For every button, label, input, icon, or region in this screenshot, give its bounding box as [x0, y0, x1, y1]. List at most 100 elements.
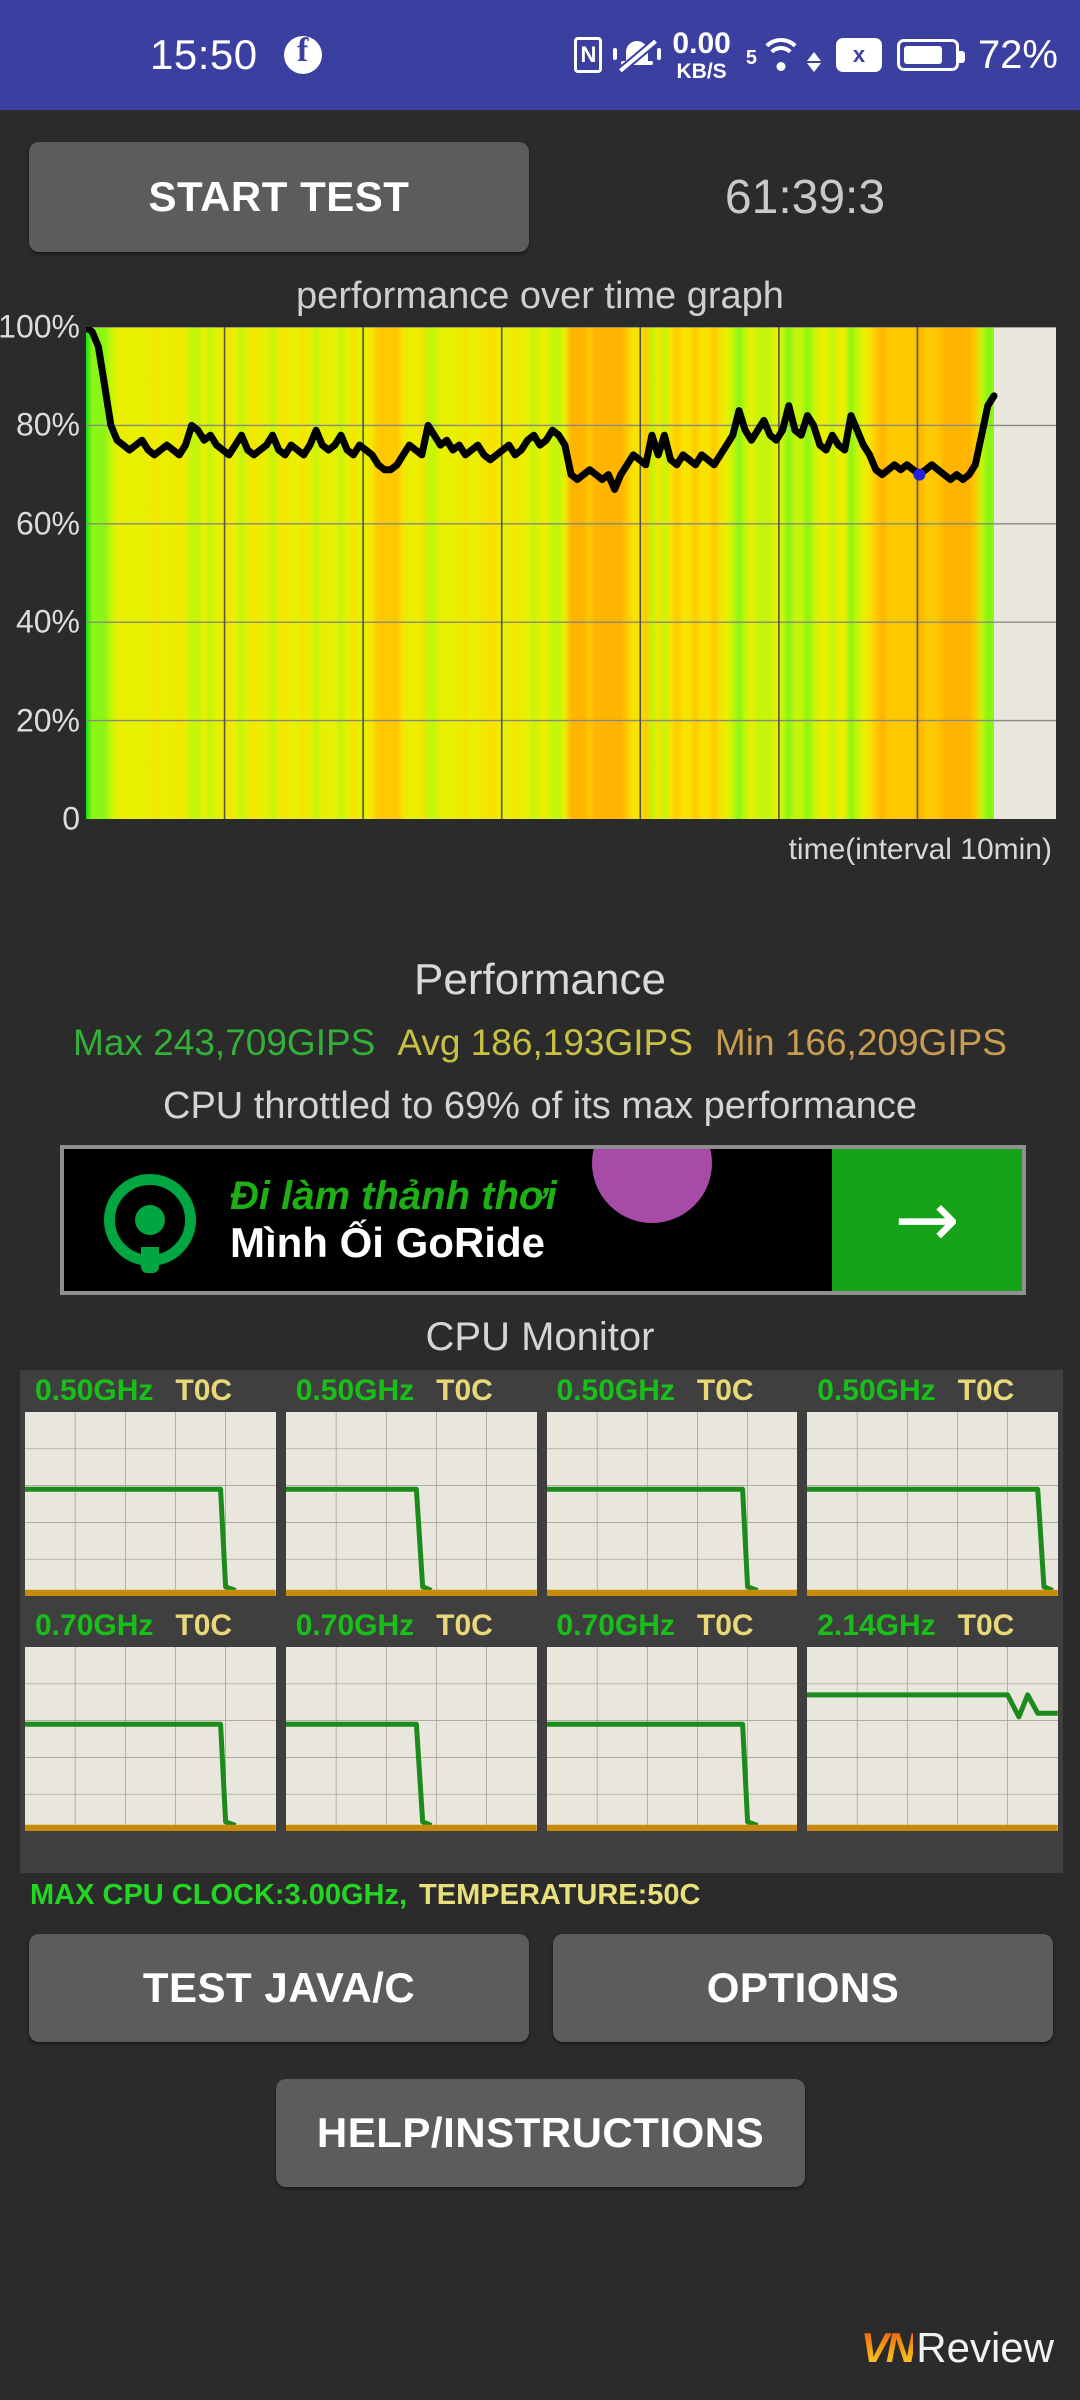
cpu-core-2-header: 0.50GHz T0C: [547, 1370, 798, 1412]
cpu-core-6-header: 0.70GHz T0C: [547, 1605, 798, 1647]
elapsed-timer: 61:39:3: [724, 170, 886, 224]
nfc-icon: [574, 37, 603, 73]
cpu-core-1-temperature: T0C: [436, 1374, 493, 1407]
battery-icon: [896, 39, 965, 71]
perf-avg-value: 186,193GIPS: [470, 1022, 693, 1063]
cpu-core-4-header: 0.70GHz T0C: [25, 1605, 276, 1647]
cpu-core-7-frequency: 2.14GHz: [817, 1609, 936, 1642]
y-tick-60: 60%: [15, 505, 80, 542]
perf-min-value: 166,209GIPS: [784, 1022, 1007, 1063]
bell-muted-icon: [613, 36, 662, 74]
cpu-core-7: 2.14GHz T0C: [807, 1605, 1058, 1840]
cpu-core-2: 0.50GHz T0C: [546, 1370, 798, 1605]
ad-subline: Mình Ối GoRide: [230, 1218, 545, 1266]
cpu-core-0-header: 0.50GHz T0C: [25, 1370, 276, 1412]
cpu-monitor-panel: 0.50GHz T0C 0.50GHz T0C 0.50GHz T0C 0.50…: [20, 1370, 1063, 1873]
cpu-core-3-plot: [807, 1412, 1058, 1596]
ad-content[interactable]: Đi làm thảnh thơi Mình Ối GoRide: [64, 1149, 832, 1291]
cpu-core-2-frequency: 0.50GHz: [556, 1374, 675, 1407]
cpu-core-row-2: 0.70GHz T0C 0.70GHz T0C 0.70GHz T0C 2.14…: [20, 1605, 1063, 1840]
cpu-core-7-plot: [807, 1647, 1058, 1831]
vnreview-watermark: VN Review: [861, 2324, 1054, 2372]
graph-title: performance over time graph: [296, 275, 784, 317]
throttle-status-text: CPU throttled to 69% of its max performa…: [163, 1085, 917, 1127]
network-speed-indicator: 0.00 KB/S: [672, 28, 730, 83]
facebook-icon: [283, 32, 322, 74]
perf-avg: Avg 186,193GIPS: [397, 1022, 693, 1064]
ad-decorative-circle: [592, 1149, 712, 1223]
start-test-button[interactable]: START TEST: [29, 142, 529, 252]
battery-percentage: 72%: [977, 32, 1058, 77]
y-tick-80: 80%: [15, 406, 80, 443]
perf-max: Max 243,709GIPS: [73, 1022, 375, 1064]
cpu-core-3-temperature: T0C: [957, 1374, 1015, 1407]
cpu-core-5-header: 0.70GHz T0C: [286, 1605, 537, 1647]
perf-min-label: Min: [714, 1022, 775, 1063]
cpu-core-0-plot: [25, 1412, 276, 1596]
app-content: START TEST 61:39:3 performance over time…: [0, 110, 1080, 2400]
cpu-core-5-frequency: 0.70GHz: [295, 1609, 415, 1642]
perf-avg-label: Avg: [397, 1022, 461, 1063]
perf-max-label: Max: [73, 1022, 143, 1063]
ad-headline: Đi làm thảnh thơi: [230, 1174, 557, 1219]
ad-banner[interactable]: Đi làm thảnh thơi Mình Ối GoRide →: [60, 1145, 1026, 1295]
cpu-core-6: 0.70GHz T0C: [546, 1605, 798, 1840]
gojek-logo-icon: [104, 1174, 196, 1266]
perf-min: Min 166,209GIPS: [715, 1022, 1007, 1064]
cpu-core-4: 0.70GHz T0C: [25, 1605, 276, 1840]
status-clock: 15:50: [150, 31, 258, 78]
perf-max-value: 243,709GIPS: [153, 1022, 376, 1063]
cpu-core-6-frequency: 0.70GHz: [556, 1609, 675, 1642]
cpu-core-row-1: 0.50GHz T0C 0.50GHz T0C 0.50GHz T0C 0.50…: [20, 1370, 1063, 1605]
temperature-text: TEMPERATURE:50C: [419, 1878, 701, 1911]
help-instructions-button[interactable]: HELP/INSTRUCTIONS: [276, 2079, 805, 2187]
performance-graph-section: performance over time graph 100% 80% 60%…: [0, 275, 1080, 955]
performance-stats-row: Max 243,709GIPS Avg 186,193GIPS Min 166,…: [0, 1022, 1080, 1064]
watermark-review-text: Review: [916, 2324, 1054, 2371]
wifi-generation-label: 5: [745, 47, 757, 69]
cpu-core-4-temperature: T0C: [175, 1609, 233, 1642]
cpu-monitor-title: CPU Monitor: [425, 1315, 655, 1359]
cpu-core-0: 0.50GHz T0C: [25, 1370, 276, 1605]
y-tick-20: 20%: [15, 702, 80, 739]
cpu-core-2-temperature: T0C: [696, 1374, 754, 1407]
status-bar-right: 0.00 KB/S 5 x 72%: [574, 28, 1058, 83]
cpu-core-1: 0.50GHz T0C: [285, 1370, 537, 1605]
cpu-core-3: 0.50GHz T0C: [807, 1370, 1058, 1605]
cpu-core-4-frequency: 0.70GHz: [35, 1609, 154, 1642]
x-axis-label: time(interval 10min): [788, 833, 1052, 866]
performance-line-svg: [86, 327, 1056, 819]
cpu-core-1-header: 0.50GHz T0C: [286, 1370, 537, 1412]
watermark-vn-logo: VN: [860, 2324, 916, 2371]
cpu-core-3-frequency: 0.50GHz: [817, 1374, 936, 1407]
network-speed-unit: KB/S: [676, 59, 727, 83]
sim-card-icon: x: [835, 38, 882, 72]
y-tick-0: 0: [62, 800, 80, 837]
status-bar: 15:50 0.00 KB/S 5 x 72%: [0, 0, 1080, 110]
cpu-core-2-plot: [546, 1412, 798, 1596]
cpu-core-1-plot: [285, 1412, 537, 1596]
ad-cta-button[interactable]: →: [832, 1149, 1022, 1291]
ad-text: Đi làm thảnh thơi Mình Ối GoRide: [230, 1174, 557, 1266]
arrow-right-icon: →: [894, 1175, 960, 1265]
cpu-core-6-plot: [546, 1647, 798, 1831]
max-cpu-clock-text: MAX CPU CLOCK:3.00GHz,: [30, 1878, 408, 1911]
cpu-core-5: 0.70GHz T0C: [285, 1605, 537, 1840]
cpu-core-4-plot: [25, 1647, 276, 1831]
cpu-core-5-plot: [285, 1647, 537, 1831]
cpu-core-0-temperature: T0C: [175, 1374, 233, 1407]
status-bar-left: 15:50: [150, 31, 322, 79]
wifi-icon: [758, 38, 803, 72]
options-button[interactable]: OPTIONS: [553, 1934, 1053, 2042]
cpu-core-5-temperature: T0C: [436, 1609, 493, 1642]
cpu-core-3-header: 0.50GHz T0C: [807, 1370, 1058, 1412]
cpu-core-6-temperature: T0C: [696, 1609, 754, 1642]
y-tick-100: 100%: [0, 308, 80, 345]
y-tick-40: 40%: [15, 603, 80, 640]
performance-plot-area: [86, 327, 1056, 819]
cpu-core-1-frequency: 0.50GHz: [295, 1374, 415, 1407]
cpu-summary-footer: MAX CPU CLOCK:3.00GHz, TEMPERATURE:50C: [20, 1873, 1063, 1917]
cpu-core-0-frequency: 0.50GHz: [35, 1374, 154, 1407]
test-java-c-button[interactable]: TEST JAVA/C: [29, 1934, 529, 2042]
cpu-core-7-header: 2.14GHz T0C: [807, 1605, 1058, 1647]
